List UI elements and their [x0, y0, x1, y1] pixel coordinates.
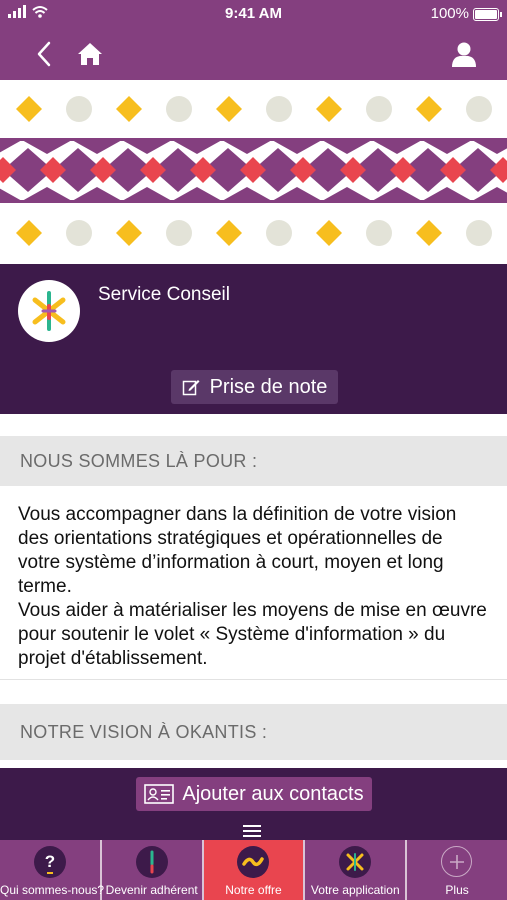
- service-header: Service Conseil Prise de note: [0, 264, 507, 414]
- tab-label: Plus: [445, 883, 469, 897]
- paragraph: Vous aider à matérialiser les moyens de …: [18, 600, 487, 669]
- pattern-line: [0, 138, 507, 141]
- home-icon: [78, 43, 102, 65]
- pattern-diamond: [116, 220, 142, 246]
- paragraph: Vous accompagner dans la définition de v…: [18, 504, 457, 597]
- pattern-circle: [366, 96, 392, 122]
- pattern-circle: [166, 96, 192, 122]
- tab-plus[interactable]: Plus: [407, 840, 507, 900]
- pattern-diamond: [416, 220, 442, 246]
- pattern-circle: [266, 220, 292, 246]
- navigation-bar: [0, 28, 507, 80]
- pattern-circle: [366, 220, 392, 246]
- battery-percent: 100%: [430, 5, 469, 22]
- tab-label: Qui sommes-nous?: [0, 883, 105, 897]
- application-icon: [339, 846, 372, 878]
- question-icon: ?: [33, 846, 66, 878]
- pattern-circle: [66, 96, 92, 122]
- pattern-circle: [266, 96, 292, 122]
- back-button[interactable]: [22, 28, 66, 80]
- plus-icon: [441, 846, 473, 877]
- contact-bar: Ajouter aux contacts: [0, 768, 507, 840]
- tab-votre-application[interactable]: Votre application: [305, 840, 408, 900]
- status-bar: 9:41 AM 100%: [0, 0, 507, 28]
- pattern-banner: [0, 80, 507, 264]
- home-button[interactable]: [68, 28, 112, 80]
- profile-button[interactable]: [442, 28, 486, 80]
- battery-icon: [473, 8, 502, 21]
- note-button-label: Prise de note: [209, 375, 328, 398]
- tab-notre-offre[interactable]: Notre offre: [203, 840, 306, 900]
- pattern-diamond: [316, 96, 342, 122]
- edit-note-icon: [182, 380, 200, 396]
- svg-text:?: ?: [45, 852, 55, 871]
- user-icon: [452, 42, 476, 67]
- decorative-pattern: [0, 96, 507, 246]
- section-heading-text: NOTRE VISION À OKANTIS :: [20, 722, 268, 742]
- section-heading-vision: NOTRE VISION À OKANTIS :: [0, 704, 507, 760]
- pattern-circle: [166, 220, 192, 246]
- pattern-diamond: [216, 220, 242, 246]
- service-logo: [18, 280, 80, 342]
- section-heading-mission: NOUS SOMMES LÀ POUR :: [0, 436, 507, 486]
- tab-bar: ? Qui sommes-nous? Devenir adhérent Notr…: [0, 840, 507, 900]
- pattern-diamond: [16, 220, 42, 246]
- add-to-contacts-button[interactable]: Ajouter aux contacts: [136, 777, 372, 811]
- pattern-circle: [66, 220, 92, 246]
- tab-devenir-adherent[interactable]: Devenir adhérent: [102, 840, 204, 900]
- section-body-mission: Vous accompagner dans la définition de v…: [0, 492, 507, 680]
- pattern-circle: [466, 220, 492, 246]
- chevron-left-icon: [37, 41, 51, 67]
- tab-qui-sommes-nous[interactable]: ? Qui sommes-nous?: [0, 840, 105, 900]
- add-to-contacts-label: Ajouter aux contacts: [182, 782, 364, 805]
- offre-icon: [237, 846, 270, 878]
- contact-card-icon: [144, 784, 175, 804]
- okantis-logo-icon: [32, 291, 66, 331]
- tab-label: Notre offre: [225, 883, 282, 897]
- pattern-circle: [466, 96, 492, 122]
- section-heading-text: NOUS SOMMES LÀ POUR :: [20, 451, 258, 471]
- service-title: Service Conseil: [98, 284, 230, 305]
- pattern-diamond: [416, 96, 442, 122]
- pattern-diamond: [216, 96, 242, 122]
- pattern-diamond: [16, 96, 42, 122]
- tab-label: Devenir adhérent: [105, 883, 198, 897]
- pattern-diamond: [316, 220, 342, 246]
- menu-icon[interactable]: [243, 825, 261, 837]
- tab-label: Votre application: [310, 883, 400, 897]
- note-button[interactable]: Prise de note: [171, 370, 338, 404]
- pattern-line: [0, 200, 507, 203]
- pattern-diamond: [116, 96, 142, 122]
- adherent-icon: [135, 846, 168, 878]
